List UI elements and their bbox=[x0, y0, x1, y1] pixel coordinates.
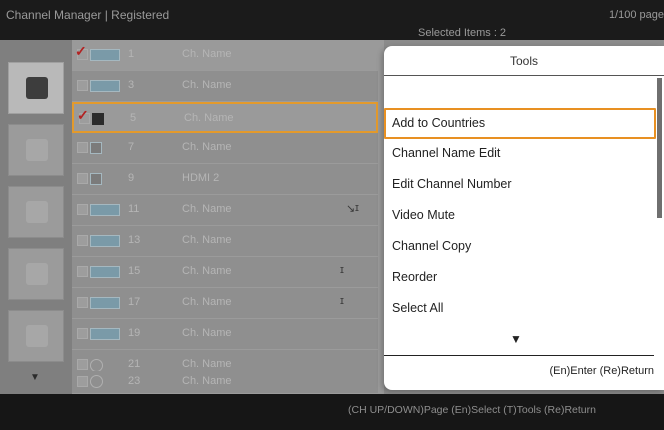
channel-name: Ch. Name bbox=[182, 375, 232, 387]
tools-popup: Tools Add to Countries Channel Name Edit… bbox=[384, 46, 664, 390]
menu-item-video-mute[interactable]: Video Mute bbox=[384, 201, 656, 232]
bottom-bar: (CH UP/DOWN)Page (En)Select (T)Tools (Re… bbox=[0, 394, 664, 430]
tools-title: Tools bbox=[384, 46, 664, 76]
menu-item-reorder[interactable]: Reorder bbox=[384, 263, 656, 294]
category-thumb-5[interactable] bbox=[8, 310, 64, 362]
skip-icon: ↘ bbox=[346, 203, 356, 215]
row-checkbox[interactable] bbox=[77, 359, 88, 370]
tv-icon bbox=[90, 235, 120, 247]
channel-row[interactable]: 7 Ch. Name bbox=[72, 133, 378, 164]
category-thumb-2[interactable] bbox=[8, 124, 64, 176]
channel-row[interactable]: ✓ 1 Ch. Name bbox=[72, 40, 378, 71]
channel-number: 23 bbox=[128, 375, 141, 387]
channel-row[interactable]: 19 Ch. Name bbox=[72, 319, 378, 350]
channel-name: Ch. Name bbox=[182, 141, 232, 153]
channel-name: Ch. Name bbox=[182, 358, 232, 370]
channel-number: 9 bbox=[128, 172, 135, 184]
page-indicator: 1/100 page bbox=[608, 9, 664, 21]
tv-icon bbox=[90, 204, 120, 216]
tools-footer-divider bbox=[384, 355, 654, 356]
tools-footer-hint: (En)Enter (Re)Return bbox=[549, 365, 654, 377]
menu-item-edit-channel-number[interactable]: Edit Channel Number bbox=[384, 170, 656, 201]
scroll-down-arrow-icon[interactable]: ▼ bbox=[30, 372, 40, 383]
category-thumb-4[interactable] bbox=[8, 248, 64, 300]
channel-name: Ch. Name bbox=[182, 48, 232, 60]
channel-number: 1 bbox=[128, 48, 135, 60]
channel-row[interactable]: 9 HDMI 2 bbox=[72, 164, 378, 195]
favorite-icon: ɪ bbox=[340, 295, 344, 307]
channel-name: Ch. Name bbox=[182, 265, 232, 277]
category-column: ▼ bbox=[0, 40, 72, 394]
row-checkbox[interactable] bbox=[77, 297, 88, 308]
channel-number: 21 bbox=[128, 358, 141, 370]
key-hints: (CH UP/DOWN)Page (En)Select (T)Tools (Re… bbox=[348, 404, 596, 416]
lock-icon bbox=[90, 142, 102, 154]
channel-row[interactable]: 3 Ch. Name bbox=[72, 71, 378, 102]
channel-row[interactable]: 15 Ch. Name ɪ bbox=[72, 257, 378, 288]
channel-number: 3 bbox=[128, 79, 135, 91]
channel-number: 11 bbox=[128, 203, 140, 215]
menu-item-channel-copy[interactable]: Channel Copy bbox=[384, 232, 656, 263]
channel-row-focused[interactable]: ✓ 5 Ch. Name bbox=[72, 102, 378, 133]
channel-row[interactable]: 23 Ch. Name bbox=[72, 371, 378, 394]
channel-number: 5 bbox=[130, 112, 137, 124]
tv-icon bbox=[90, 266, 120, 278]
category-thumb-1[interactable] bbox=[8, 62, 64, 114]
channel-number: 13 bbox=[128, 234, 141, 246]
row-checkbox[interactable] bbox=[77, 173, 88, 184]
channel-name: Ch. Name bbox=[184, 112, 234, 124]
tv-icon bbox=[90, 80, 120, 92]
antenna-icon bbox=[90, 375, 103, 388]
channel-name: Ch. Name bbox=[182, 234, 232, 246]
tv-icon bbox=[90, 297, 120, 309]
channel-name: Ch. Name bbox=[182, 203, 232, 215]
channel-row[interactable]: 11 Ch. Name ↘ ɪ bbox=[72, 195, 378, 226]
channel-number: 17 bbox=[128, 296, 141, 308]
menu-item-add-to-countries[interactable]: Add to Countries bbox=[384, 108, 656, 139]
channel-number: 19 bbox=[128, 327, 141, 339]
top-bar: Channel Manager | Registered 1/100 page … bbox=[0, 0, 664, 40]
channel-row[interactable]: 17 Ch. Name ɪ bbox=[72, 288, 378, 319]
row-checkbox[interactable] bbox=[77, 80, 88, 91]
row-checkbox[interactable] bbox=[77, 266, 88, 277]
more-items-down-arrow-icon[interactable]: ▼ bbox=[510, 332, 522, 346]
tools-scroll-thumb[interactable] bbox=[657, 78, 662, 218]
menu-item-select-all[interactable]: Select All bbox=[384, 294, 656, 325]
channel-name: Ch. Name bbox=[182, 296, 232, 308]
row-checkbox[interactable] bbox=[77, 235, 88, 246]
channel-number: 7 bbox=[128, 141, 135, 153]
menu-item-channel-name-edit[interactable]: Channel Name Edit bbox=[384, 139, 656, 170]
screen-title: Channel Manager | Registered bbox=[6, 8, 170, 22]
channel-name: Ch. Name bbox=[182, 327, 232, 339]
selected-items-count: Selected Items : 2 bbox=[418, 27, 507, 39]
favorite-icon: ɪ bbox=[340, 264, 344, 276]
tv-icon bbox=[90, 328, 120, 340]
row-checkbox[interactable] bbox=[77, 376, 88, 387]
favorite-icon: ɪ bbox=[355, 202, 359, 214]
checkmark-icon: ✓ bbox=[77, 107, 89, 123]
category-thumb-3[interactable] bbox=[8, 186, 64, 238]
hdmi-icon bbox=[90, 173, 102, 185]
channel-row[interactable]: 13 Ch. Name bbox=[72, 226, 378, 257]
checkmark-icon: ✓ bbox=[75, 43, 87, 59]
tv-icon bbox=[90, 49, 120, 61]
row-checkbox[interactable] bbox=[77, 204, 88, 215]
row-checkbox[interactable] bbox=[77, 142, 88, 153]
row-checkbox[interactable] bbox=[77, 328, 88, 339]
tools-spacer bbox=[384, 76, 664, 106]
lock-icon bbox=[92, 113, 104, 125]
channel-name: Ch. Name bbox=[182, 79, 232, 91]
channel-name: HDMI 2 bbox=[182, 172, 220, 184]
channel-number: 15 bbox=[128, 265, 141, 277]
